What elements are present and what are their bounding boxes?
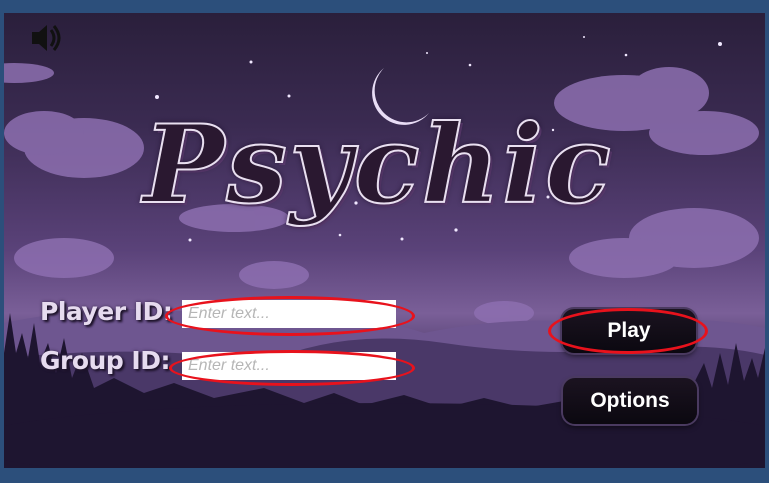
options-button-label: Options [590, 389, 670, 412]
bottom-frame-bar [0, 468, 769, 483]
play-button-label: Play [607, 319, 651, 342]
sound-toggle-button[interactable] [26, 21, 64, 55]
group-id-input[interactable] [182, 352, 396, 380]
options-button[interactable]: Options [563, 378, 697, 424]
player-id-label: Player ID: [40, 297, 173, 326]
speaker-muted-icon [32, 25, 61, 51]
group-id-label: Group ID: [40, 346, 170, 375]
player-id-input[interactable] [182, 300, 396, 328]
game-title-logo: Psychic [142, 101, 613, 229]
small-moon [249, 45, 272, 71]
play-button[interactable]: Play [562, 309, 696, 353]
